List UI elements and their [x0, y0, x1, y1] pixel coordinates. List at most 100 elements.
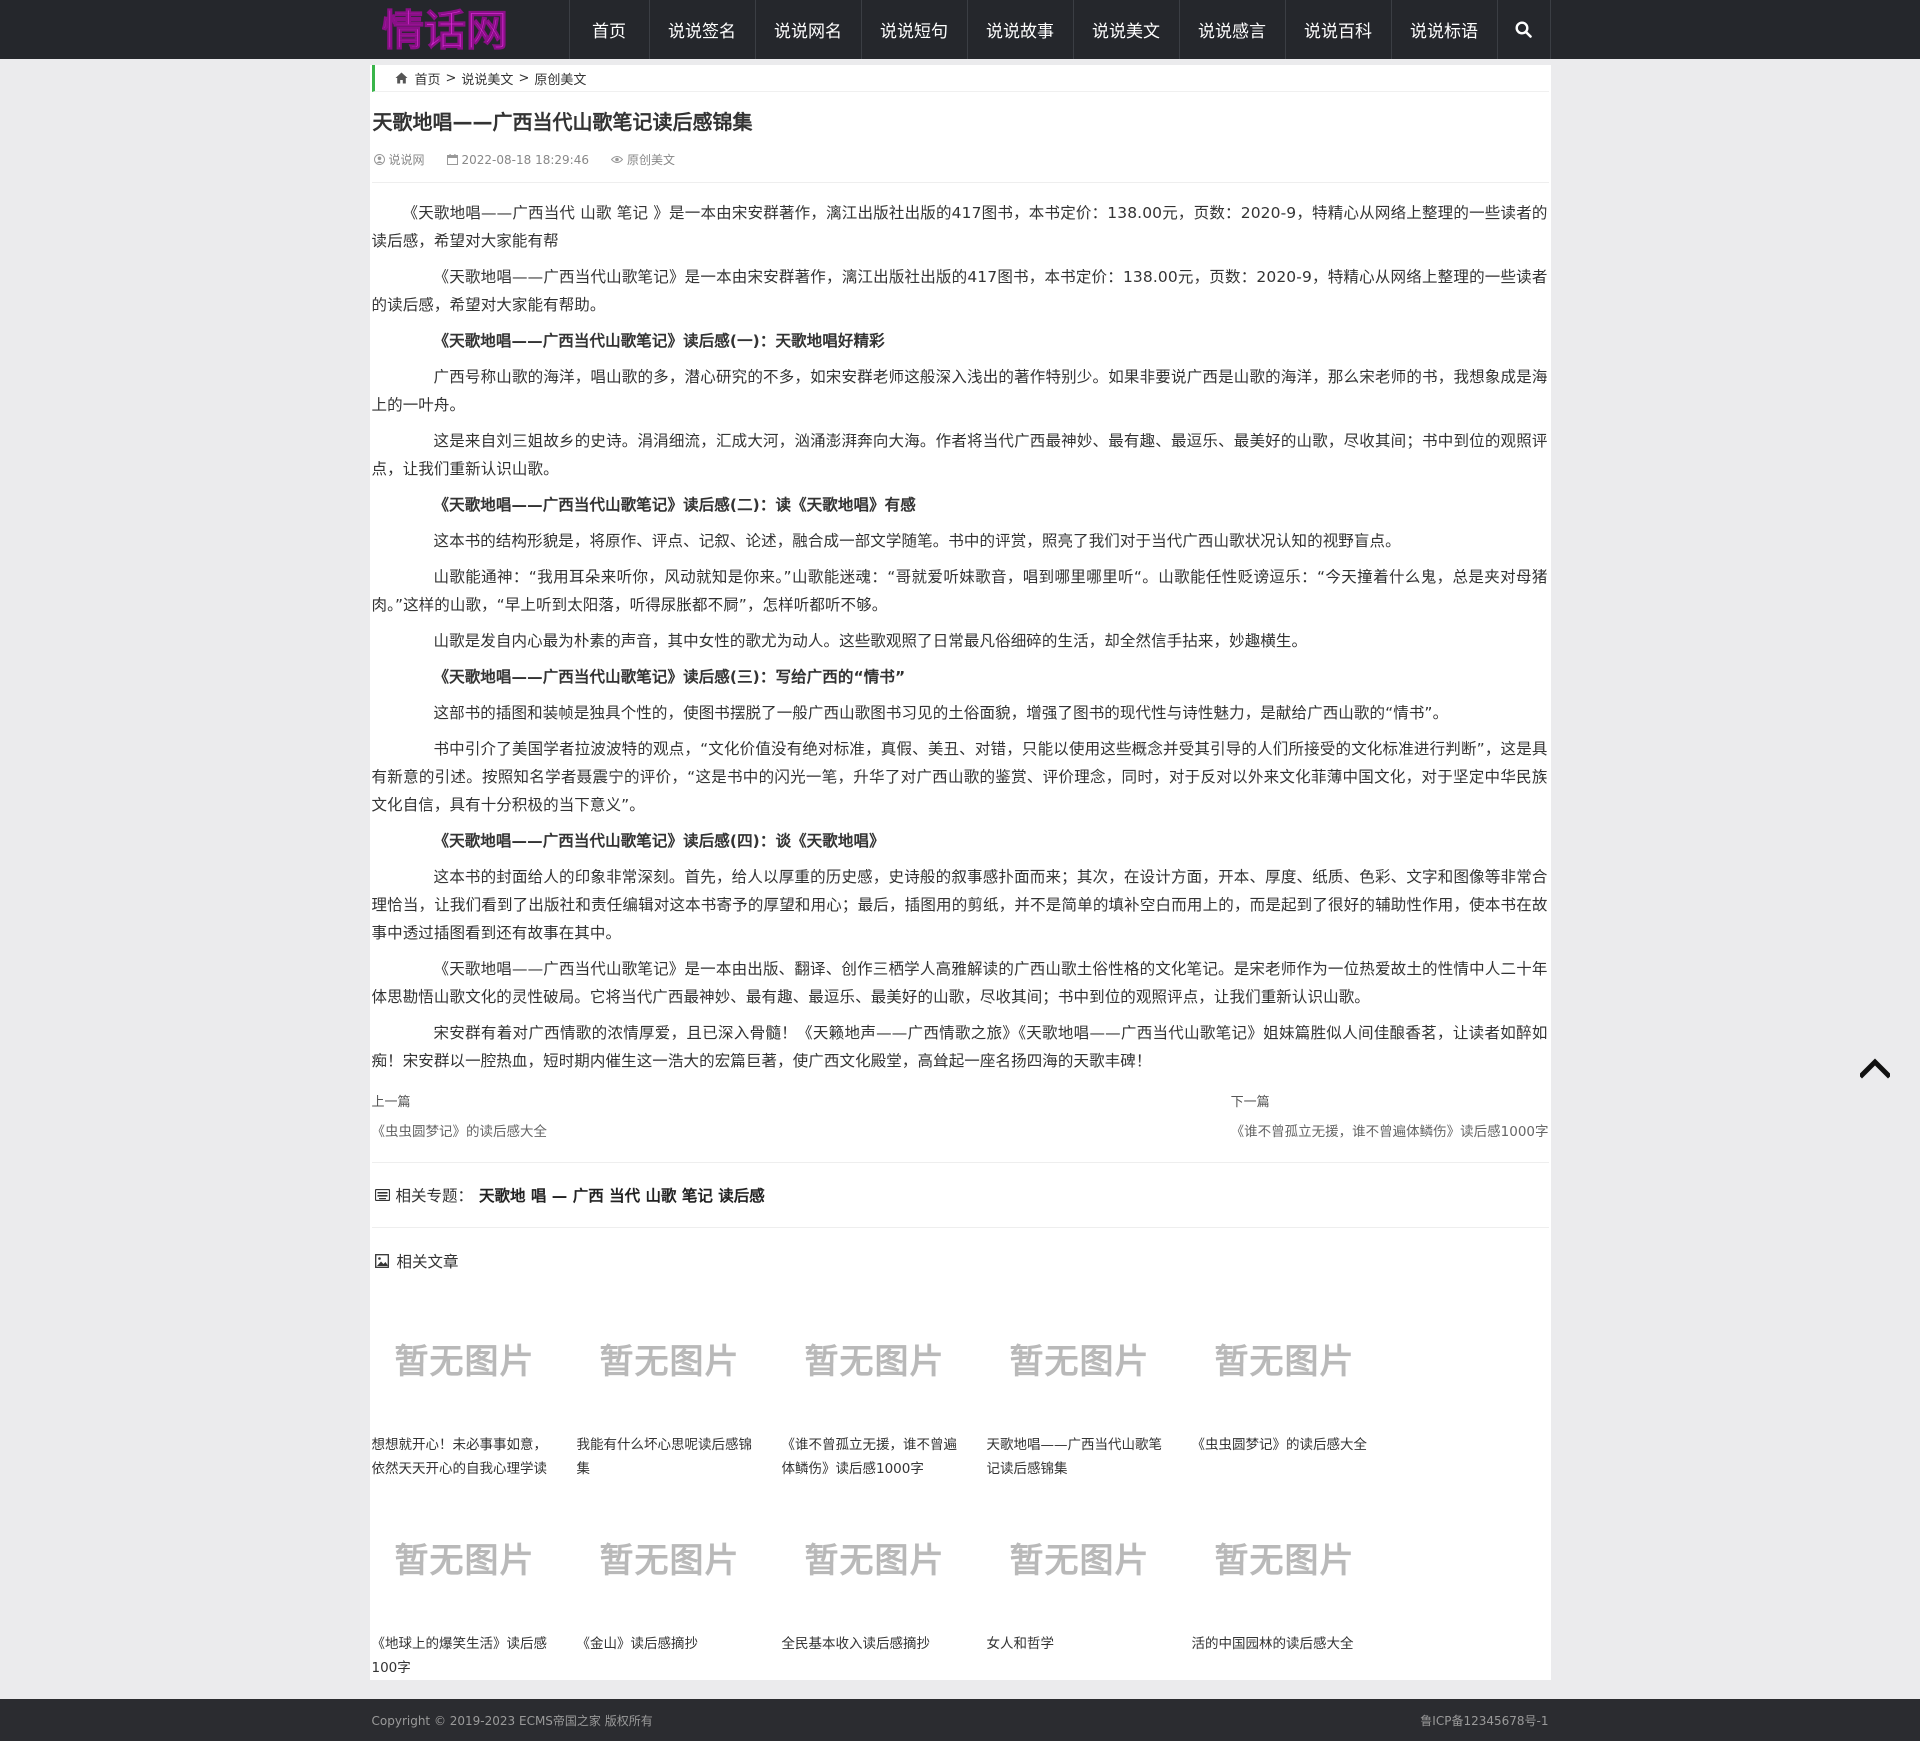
related-article-card[interactable]: 暂无图片我能有什么坏心思呢读后感锦集: [576, 1298, 763, 1481]
prev-label: 上一篇: [371, 1095, 411, 1110]
prev-article: 上一篇 《虫虫圆梦记》的读后感大全: [372, 1091, 548, 1140]
article-title: 天歌地唱——广西当代山歌笔记读后感锦集: [372, 110, 753, 134]
related-article-card[interactable]: 暂无图片活的中国园林的读后感大全: [1191, 1497, 1378, 1680]
footer: Copyright © 2019-2023 ECMS帝国之家 版权所有 鲁ICP…: [0, 1699, 1920, 1741]
related-articles-grid: 暂无图片 想想就开心！未必事事如意，依然天天开心的自我心理学读 暂无图片 我能有什么坏…: [371, 1293, 1549, 1680]
back-to-top-button[interactable]: [1858, 1055, 1892, 1079]
article-paragraph: 宋安群有着对广西情歌的浓情厚爱，且已深入骨髓！《天籁地声——广西情歌之旅》《天歌…: [371, 1024, 1548, 1070]
chevron-up-icon: [1858, 1058, 1892, 1079]
nav-shuoshuo-wangming[interactable]: 说说网名: [754, 0, 861, 59]
home-icon: [395, 72, 408, 84]
related-article-title[interactable]: 《金山》读后感摘抄: [577, 1632, 763, 1680]
related-article-card[interactable]: 暂无图片《金山》读后感摘抄: [576, 1497, 763, 1680]
keyboard-icon: [374, 1189, 390, 1201]
calendar-icon: [446, 154, 458, 165]
next-article-link[interactable]: 《谁不曾孤立无援，谁不曾遍体鳞伤》读后感1000字: [1231, 1120, 1549, 1140]
article-paragraph: 山歌是发自内心最为朴素的声音，其中女性的歌尤为动人。这些歌观照了日常最凡俗细碎的…: [433, 632, 1308, 650]
related-article-card[interactable]: 暂无图片全民基本收入读后感摘抄: [781, 1497, 968, 1680]
breadcrumb: 首页 > 说说美文 > 原创美文: [371, 65, 1549, 92]
prev-article-link[interactable]: 《虫虫圆梦记》的读后感大全: [372, 1120, 548, 1140]
related-article-title[interactable]: 全民基本收入读后感摘抄: [782, 1632, 968, 1680]
related-article-card[interactable]: 暂无图片天歌地唱——广西当代山歌笔记读后感锦集: [986, 1298, 1173, 1481]
topic-label: 相关专题：: [395, 1187, 474, 1205]
nav-home[interactable]: 首页: [568, 0, 649, 59]
breadcrumb-home[interactable]: 首页: [415, 69, 441, 88]
article-body: 《天歌地唱——广西当代 山歌 笔记 》是一本由宋安群著作，漓江出版社出版的417…: [372, 183, 1549, 1075]
main-container: 首页 > 说说美文 > 原创美文 天歌地唱——广西当代山歌笔记读后感锦集 说说网…: [369, 65, 1551, 1680]
article-paragraph: 《天歌地唱——广西当代山歌笔记》是一本由宋安群著作，漓江出版社出版的417图书，…: [371, 268, 1548, 314]
breadcrumb-separator: >: [445, 70, 457, 86]
logo-text: 情话网: [382, 7, 508, 53]
footer-icp[interactable]: 鲁ICP备12345678号-1: [1420, 1712, 1548, 1729]
article-paragraph: 《天歌地唱——广西当代山歌笔记》是一本由出版、翻译、创作三栖学人高雅解读的广西山…: [371, 960, 1548, 1006]
logo-graphic: 情话网: [382, 7, 509, 53]
article-paragraph: 《天歌地唱——广西当代 山歌 笔记 》是一本由宋安群著作，漓江出版社出版的417…: [371, 204, 1548, 250]
related-article-title[interactable]: 活的中国园林的读后感大全: [1192, 1632, 1378, 1680]
no-image-placeholder[interactable]: 暂无图片: [576, 1497, 763, 1618]
main-nav: 首页 说说签名 说说网名 说说短句 说说故事 说说美文 说说感言 说说百科 说说…: [568, 0, 1551, 59]
publish-date: 2022-08-18 18:29:46: [461, 152, 589, 167]
breadcrumb-yuanchuang[interactable]: 原创美文: [534, 69, 586, 88]
related-article-title[interactable]: 想想就开心！未必事事如意，依然天天开心的自我心理学读: [372, 1433, 558, 1481]
nav-shuoshuo-ganyan[interactable]: 说说感言: [1178, 0, 1285, 59]
topic-link[interactable]: 天歌地 唱 — 广西 当代 山歌 笔记 读后感: [479, 1184, 765, 1206]
next-label: 下一篇: [1230, 1095, 1270, 1110]
eye-icon: [610, 156, 623, 163]
footer-copyright: Copyright © 2019-2023 ECMS帝国之家 版权所有: [371, 1713, 653, 1728]
author-name: 说说网: [388, 153, 425, 167]
related-articles-header: 相关文章: [372, 1228, 1549, 1293]
related-article-card[interactable]: 暂无图片想想就开心！未必事事如意，依然天天开心的自我心理学读: [371, 1298, 558, 1481]
related-article-title[interactable]: 《地球上的爆笑生活》读后感100字: [372, 1632, 558, 1680]
related-title: 相关文章: [396, 1252, 459, 1271]
nav-search-button[interactable]: [1496, 0, 1551, 59]
related-article-card[interactable]: 暂无图片《谁不曾孤立无援，谁不曾遍体鳞伤》读后感1000字: [781, 1298, 968, 1481]
article-paragraph: 这部书的插图和装帧是独具个性的，使图书摆脱了一般广西山歌图书习见的土俗面貌，增强…: [433, 704, 1449, 722]
related-article-title[interactable]: 《虫虫圆梦记》的读后感大全: [1192, 1433, 1378, 1481]
nav-shuoshuo-meiwen[interactable]: 说说美文: [1072, 0, 1179, 59]
no-image-placeholder[interactable]: 暂无图片: [576, 1298, 763, 1419]
article-paragraph: 山歌能通神：“我用耳朵来听你，风动就知是你来。”山歌能迷魂：“哥就爱听妹歌音，唱…: [371, 568, 1548, 614]
category-name: 原创美文: [626, 153, 675, 167]
user-icon: [373, 154, 385, 165]
breadcrumb-meiwen[interactable]: 说说美文: [461, 69, 513, 88]
article-meta: 说说网 2022-08-18 18:29:46 原创美文: [371, 151, 1549, 183]
no-image-placeholder[interactable]: 暂无图片: [986, 1497, 1173, 1618]
related-article-title[interactable]: 女人和哲学: [987, 1632, 1173, 1680]
no-image-placeholder[interactable]: 暂无图片: [371, 1298, 558, 1419]
no-image-placeholder[interactable]: 暂无图片: [986, 1298, 1173, 1419]
meta-date: 2022-08-18 18:29:46: [446, 152, 589, 167]
meta-category[interactable]: 原创美文: [610, 151, 675, 168]
article-paragraph: 这本书的封面给人的印象非常深刻。首先，给人以厚重的历史感，史诗般的叙事感扑面而来…: [371, 868, 1548, 942]
no-image-placeholder[interactable]: 暂无图片: [1191, 1298, 1378, 1419]
nav-shuoshuo-duanju[interactable]: 说说短句: [860, 0, 967, 59]
article-paragraph: 书中引介了美国学者拉波波特的观点，“文化价值没有绝对标准，真假、美丑、对错，只能…: [371, 740, 1548, 814]
no-image-placeholder[interactable]: 暂无图片: [371, 1497, 558, 1618]
related-article-card[interactable]: 暂无图片 女人和哲学: [986, 1497, 1173, 1680]
nav-shuoshuo-biaoyu[interactable]: 说说标语: [1390, 0, 1497, 59]
no-image-placeholder[interactable]: 暂无图片: [781, 1298, 968, 1419]
top-navbar: 情话网 首页 说说签名 说说网名 说说短句 说说故事 说说美文 说说感言 说说百…: [0, 0, 1920, 59]
no-image-placeholder[interactable]: 暂无图片: [781, 1497, 968, 1618]
nav-shuoshuo-baike[interactable]: 说说百科: [1284, 0, 1391, 59]
site-logo[interactable]: 情话网: [370, 0, 569, 59]
meta-author: 说说网: [373, 151, 425, 168]
article-paragraph: 这本书的结构形貌是，将原作、评点、记叙、论述，融合成一部文学随笔。书中的评赏，照…: [433, 532, 1401, 550]
next-article: 下一篇 《谁不曾孤立无援，谁不曾遍体鳞伤》读后感1000字: [1231, 1091, 1549, 1140]
nav-shuoshuo-gushi[interactable]: 说说故事: [966, 0, 1073, 59]
breadcrumb-separator: >: [518, 70, 530, 86]
nav-shuoshuo-qianming[interactable]: 说说签名: [648, 0, 755, 59]
related-article-card[interactable]: 暂无图片《虫虫圆梦记》的读后感大全: [1191, 1298, 1378, 1481]
article-subheading: 《天歌地唱——广西当代山歌笔记》读后感(三)：写给广西的“情书”: [433, 668, 906, 686]
related-article-card[interactable]: 暂无图片《地球上的爆笑生活》读后感100字: [371, 1497, 558, 1680]
search-icon: [1515, 21, 1532, 38]
related-article-title[interactable]: 《谁不曾孤立无援，谁不曾遍体鳞伤》读后感1000字: [782, 1433, 968, 1481]
image-icon: [374, 1253, 389, 1268]
prev-next-nav: 上一篇 《虫虫圆梦记》的读后感大全 下一篇 《谁不曾孤立无援，谁不曾遍体鳞伤》读…: [371, 1091, 1549, 1163]
article-subheading: 《天歌地唱——广西当代山歌笔记》读后感(四)：谈《天歌地唱》: [433, 832, 885, 850]
related-topic: 相关专题： 天歌地 唱 — 广西 当代 山歌 笔记 读后感: [371, 1163, 1549, 1228]
article-paragraph: 广西号称山歌的海洋，唱山歌的多，潜心研究的不多，如宋安群老师这般深入浅出的著作特…: [371, 368, 1548, 414]
related-article-title[interactable]: 我能有什么坏心思呢读后感锦集: [577, 1433, 763, 1481]
article-paragraph: 这是来自刘三姐故乡的史诗。涓涓细流，汇成大河，汹涌澎湃奔向大海。作者将当代广西最…: [371, 432, 1548, 478]
no-image-placeholder[interactable]: 暂无图片: [1191, 1497, 1378, 1618]
related-article-title[interactable]: 天歌地唱——广西当代山歌笔记读后感锦集: [987, 1433, 1173, 1481]
